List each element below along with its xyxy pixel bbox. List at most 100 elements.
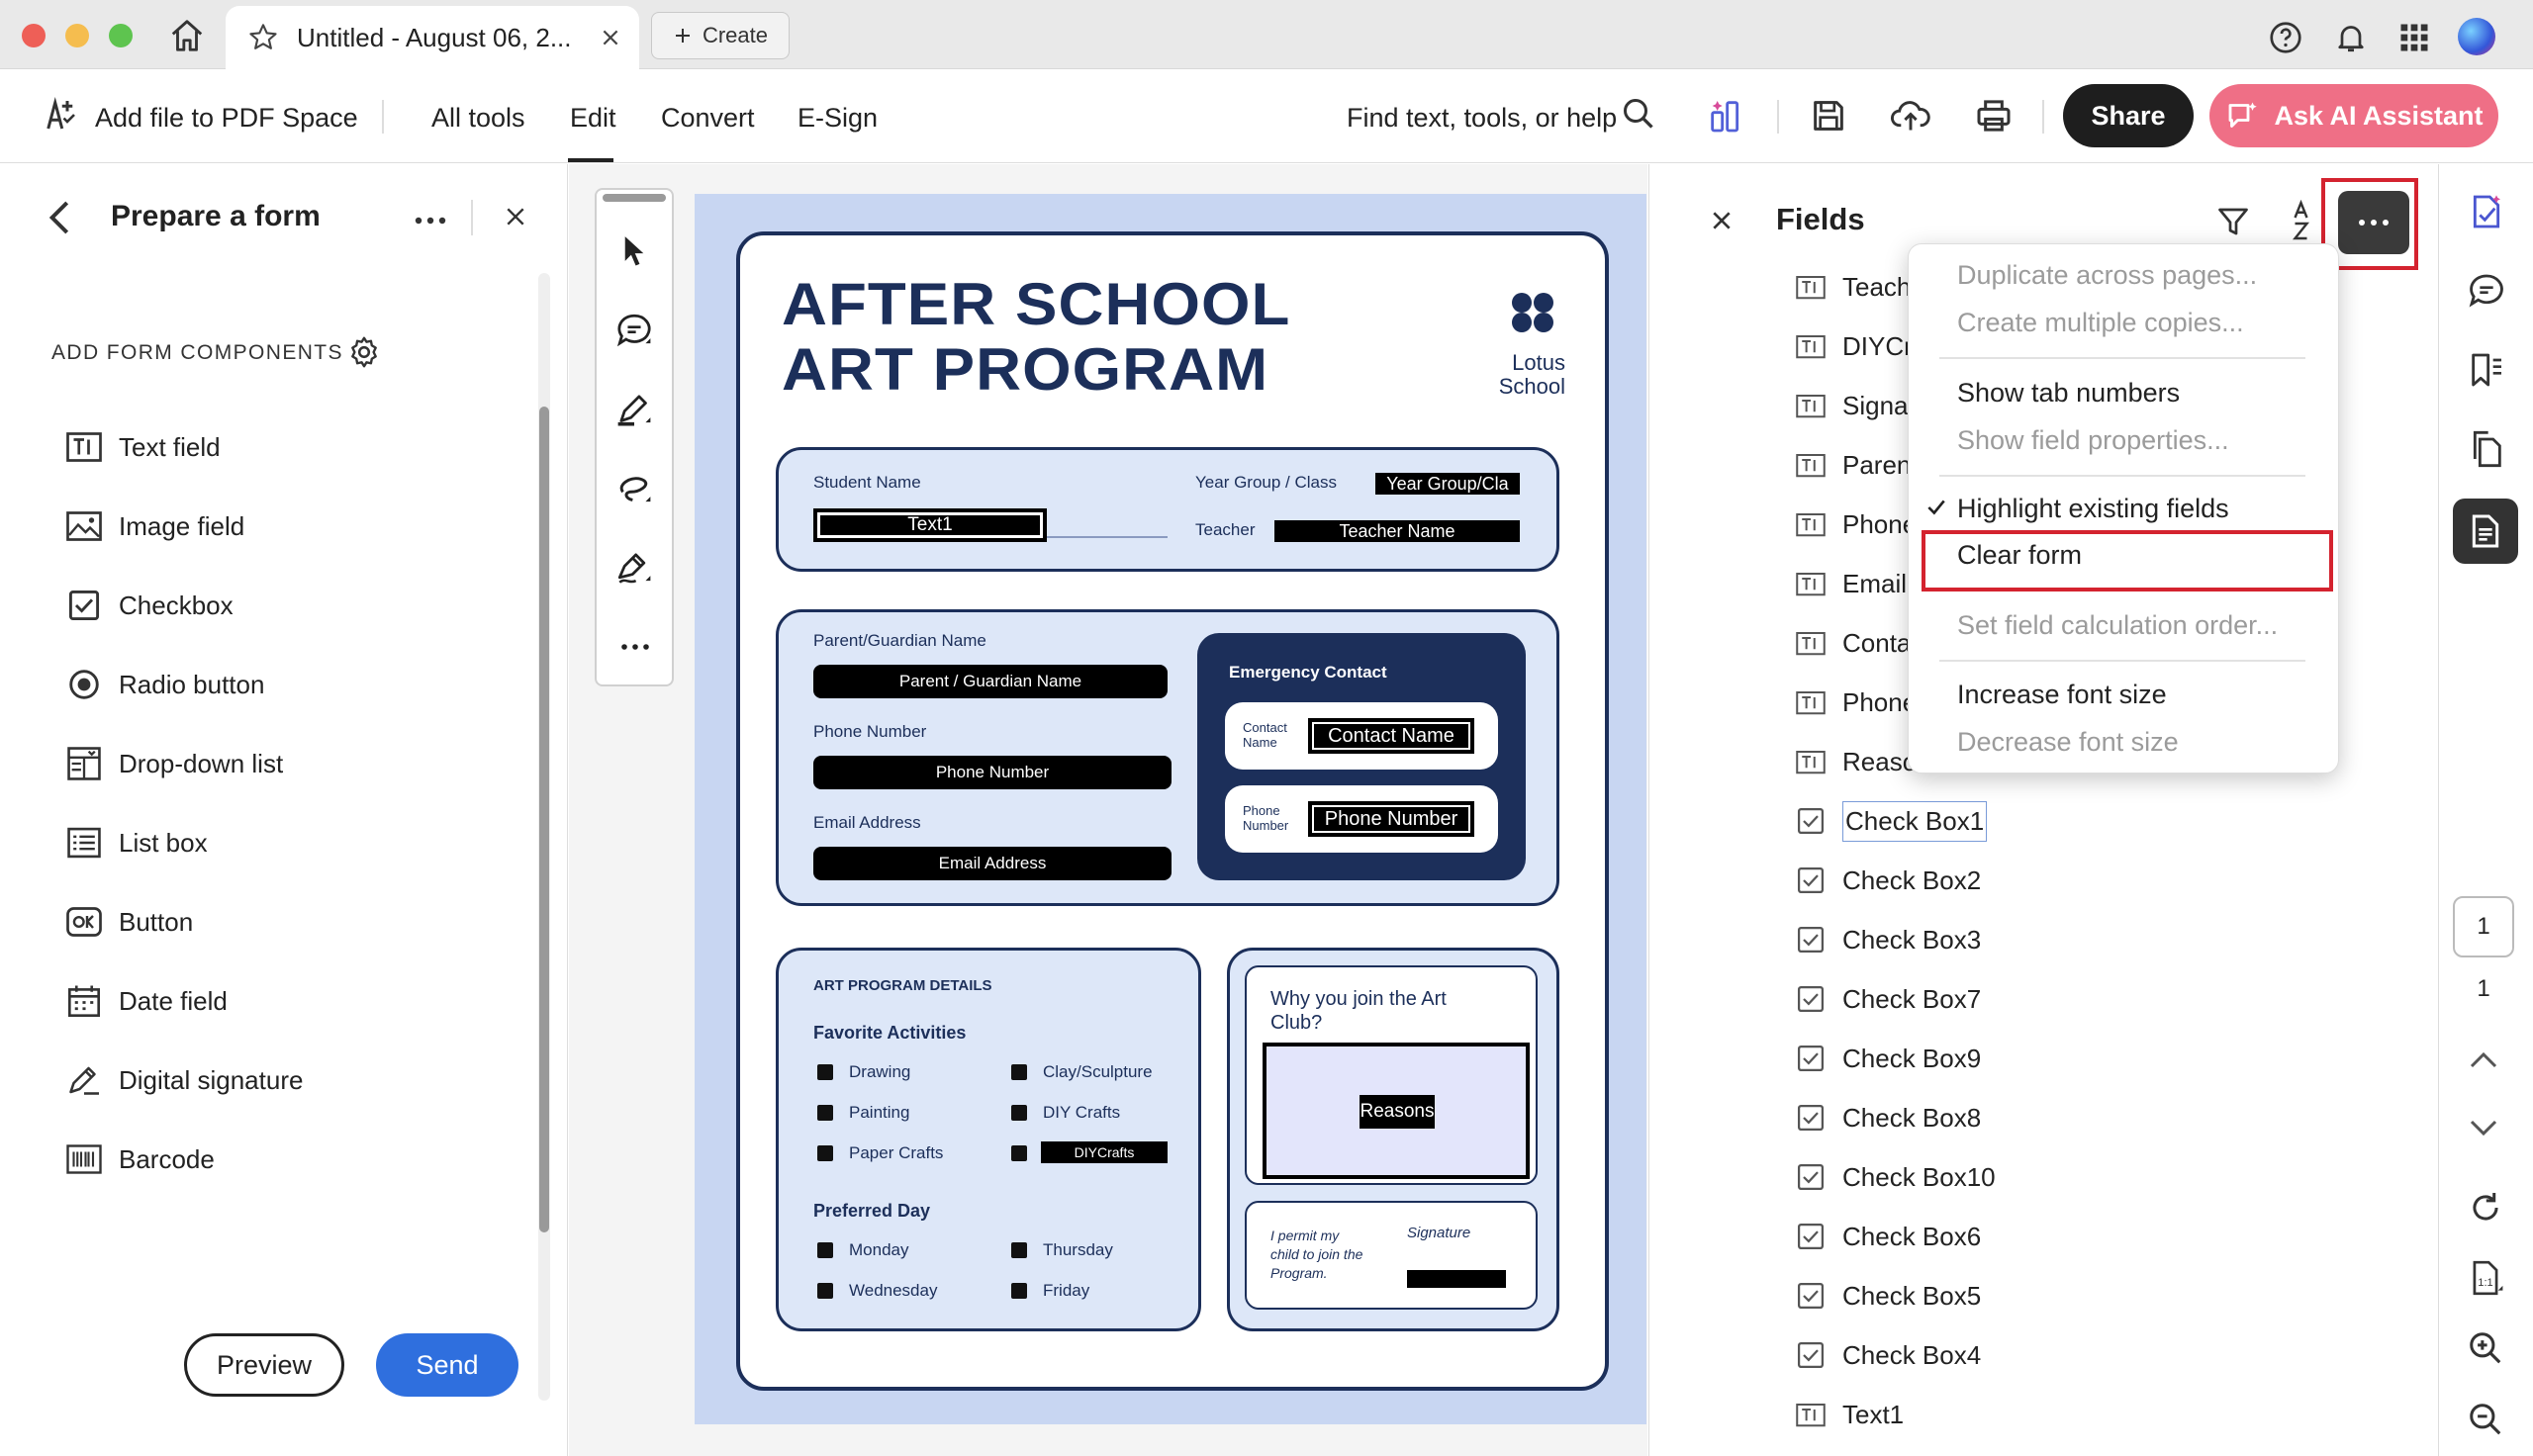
barcode-component[interactable]: Barcode bbox=[65, 1139, 215, 1179]
highlight-pen-icon[interactable] bbox=[614, 392, 654, 427]
menu-create-multiple-copies[interactable]: Create multiple copies... bbox=[1957, 308, 2244, 338]
select-cursor-icon[interactable] bbox=[618, 233, 650, 267]
star-icon[interactable] bbox=[247, 22, 279, 53]
comment-rail-icon[interactable] bbox=[2467, 271, 2506, 311]
find-text-tools-help[interactable]: Find text, tools, or help bbox=[1347, 103, 1617, 134]
back-arrow-icon[interactable] bbox=[46, 198, 75, 237]
edit-menu[interactable]: Edit bbox=[570, 103, 616, 134]
sort-az-icon[interactable] bbox=[2291, 200, 2320, 241]
thursday-checkbox[interactable] bbox=[1011, 1242, 1027, 1258]
signature-field[interactable]: Signature bbox=[1407, 1270, 1506, 1288]
clay-sculpture-checkbox[interactable] bbox=[1011, 1064, 1027, 1080]
date-field-component[interactable]: Date field bbox=[65, 981, 228, 1021]
rotate-icon[interactable] bbox=[2467, 1189, 2504, 1227]
phone-number-field[interactable]: Phone Number bbox=[813, 756, 1172, 789]
all-tools-menu[interactable]: All tools bbox=[431, 103, 525, 134]
user-avatar[interactable] bbox=[2458, 18, 2495, 55]
reasons-field[interactable]: Reasons bbox=[1263, 1043, 1530, 1179]
button-component[interactable]: Button bbox=[65, 902, 193, 942]
maximize-window-button[interactable] bbox=[109, 24, 133, 47]
student-name-field[interactable]: Text1 bbox=[813, 508, 1047, 542]
year-group-field[interactable]: Year Group/Cla bbox=[1375, 473, 1520, 495]
field-list-item-checkbox[interactable]: Check Box10 bbox=[1795, 1157, 1996, 1197]
zoom-out-icon[interactable] bbox=[2467, 1401, 2504, 1438]
field-list-item-checkbox[interactable]: Check Box2 bbox=[1795, 861, 1981, 900]
field-list-item-checkbox[interactable]: Check Box9 bbox=[1795, 1039, 1981, 1078]
document-tab[interactable]: Untitled - August 06, 2... bbox=[226, 6, 639, 69]
menu-decrease-font-size[interactable]: Decrease font size bbox=[1957, 727, 2179, 758]
field-list-item-checkbox[interactable]: Check Box8 bbox=[1795, 1098, 1981, 1138]
create-tab-button[interactable]: Create bbox=[651, 12, 790, 59]
drop-down-list-component[interactable]: Drop-down list bbox=[65, 744, 283, 783]
diy-crafts-checkbox[interactable] bbox=[1011, 1105, 1027, 1121]
diy-crafts-field[interactable]: DIYCrafts bbox=[1041, 1141, 1168, 1163]
add-file-to-pdf-space-button[interactable]: Add file to PDF Space bbox=[95, 103, 358, 134]
checkbox-component[interactable]: Checkbox bbox=[65, 586, 234, 625]
close-fields-panel-icon[interactable] bbox=[1711, 210, 1733, 231]
notification-bell-icon[interactable] bbox=[2333, 20, 2369, 55]
palette-drag-handle[interactable] bbox=[603, 194, 666, 202]
add-comment-icon[interactable] bbox=[614, 313, 654, 348]
parent-name-field[interactable]: Parent / Guardian Name bbox=[813, 665, 1168, 698]
text-field-component[interactable]: Text field bbox=[65, 427, 221, 467]
field-list-item-text[interactable]: Phone bbox=[1795, 504, 1917, 544]
close-panel-icon[interactable] bbox=[505, 206, 526, 228]
actual-size-icon[interactable]: 1:1 bbox=[2467, 1258, 2504, 1298]
wednesday-checkbox[interactable] bbox=[817, 1283, 833, 1299]
menu-show-tab-numbers[interactable]: Show tab numbers bbox=[1957, 378, 2180, 409]
menu-duplicate-across-pages[interactable]: Duplicate across pages... bbox=[1957, 260, 2257, 291]
share-button[interactable]: Share bbox=[2063, 84, 2194, 147]
convert-menu[interactable]: Convert bbox=[661, 103, 755, 134]
field-list-item-checkbox[interactable]: Check Box4 bbox=[1795, 1335, 1981, 1375]
bookmark-rail-icon[interactable] bbox=[2467, 350, 2506, 390]
menu-increase-font-size[interactable]: Increase font size bbox=[1957, 680, 2167, 710]
menu-highlight-existing-fields[interactable]: Highlight existing fields bbox=[1957, 494, 2229, 524]
paper-crafts-checkbox[interactable] bbox=[817, 1145, 833, 1161]
field-list-item-text[interactable]: Parent bbox=[1795, 445, 1919, 485]
field-list-item-text[interactable]: Email bbox=[1795, 564, 1907, 603]
settings-gear-icon[interactable] bbox=[346, 334, 382, 370]
upload-cloud-icon[interactable] bbox=[1890, 96, 1931, 136]
home-icon[interactable] bbox=[168, 17, 206, 54]
field-list-item-checkbox[interactable]: Check Box7 bbox=[1795, 979, 1981, 1019]
minimize-window-button[interactable] bbox=[65, 24, 89, 47]
send-button[interactable]: Send bbox=[376, 1333, 518, 1397]
zoom-in-icon[interactable] bbox=[2467, 1329, 2504, 1367]
friday-checkbox[interactable] bbox=[1011, 1283, 1027, 1299]
draw-freeform-icon[interactable] bbox=[614, 471, 654, 506]
list-box-component[interactable]: List box bbox=[65, 823, 208, 863]
drawing-checkbox[interactable] bbox=[817, 1064, 833, 1080]
apps-grid-icon[interactable] bbox=[2396, 20, 2432, 55]
menu-set-field-calculation-order[interactable]: Set field calculation order... bbox=[1957, 610, 2278, 641]
more-tools-icon[interactable] bbox=[620, 643, 650, 651]
pages-rail-icon[interactable] bbox=[2467, 429, 2506, 469]
contact-name-field[interactable]: Contact Name bbox=[1308, 718, 1474, 754]
close-tab-icon[interactable] bbox=[600, 27, 621, 48]
add-file-icon[interactable] bbox=[40, 94, 81, 136]
panel-scrollbar-thumb[interactable] bbox=[539, 407, 549, 1232]
close-window-button[interactable] bbox=[22, 24, 46, 47]
next-page-icon[interactable] bbox=[2469, 1118, 2498, 1138]
preview-button[interactable]: Preview bbox=[184, 1333, 344, 1397]
previous-page-icon[interactable] bbox=[2469, 1050, 2498, 1070]
help-icon[interactable] bbox=[2268, 20, 2303, 55]
menu-show-field-properties[interactable]: Show field properties... bbox=[1957, 425, 2229, 456]
save-icon[interactable] bbox=[1809, 96, 1848, 136]
field-list-item-checkbox[interactable]: Check Box3 bbox=[1795, 920, 1981, 959]
field-list-item-text[interactable]: Text1 bbox=[1795, 1395, 1904, 1434]
filter-icon[interactable] bbox=[2215, 204, 2251, 239]
field-list-item-checkbox[interactable]: Check Box5 bbox=[1795, 1276, 1981, 1316]
painting-checkbox[interactable] bbox=[817, 1105, 833, 1121]
fill-sign-icon[interactable] bbox=[614, 550, 654, 586]
teacher-field[interactable]: Teacher Name bbox=[1274, 520, 1520, 542]
ask-ai-assistant-button[interactable]: Ask AI Assistant bbox=[2209, 84, 2498, 147]
ai-tools-icon[interactable] bbox=[1706, 96, 1745, 136]
print-icon[interactable] bbox=[1973, 96, 2015, 136]
field-list-item-checkbox[interactable]: Check Box1 bbox=[1795, 800, 1988, 842]
edit-pdf-rail-icon[interactable] bbox=[2467, 192, 2506, 231]
radio-button-component[interactable]: Radio button bbox=[65, 665, 264, 704]
other-activity-checkbox[interactable] bbox=[1011, 1145, 1027, 1161]
current-page-input[interactable]: 1 bbox=[2453, 896, 2514, 957]
email-address-field[interactable]: Email Address bbox=[813, 847, 1172, 880]
image-field-component[interactable]: Image field bbox=[65, 506, 244, 546]
